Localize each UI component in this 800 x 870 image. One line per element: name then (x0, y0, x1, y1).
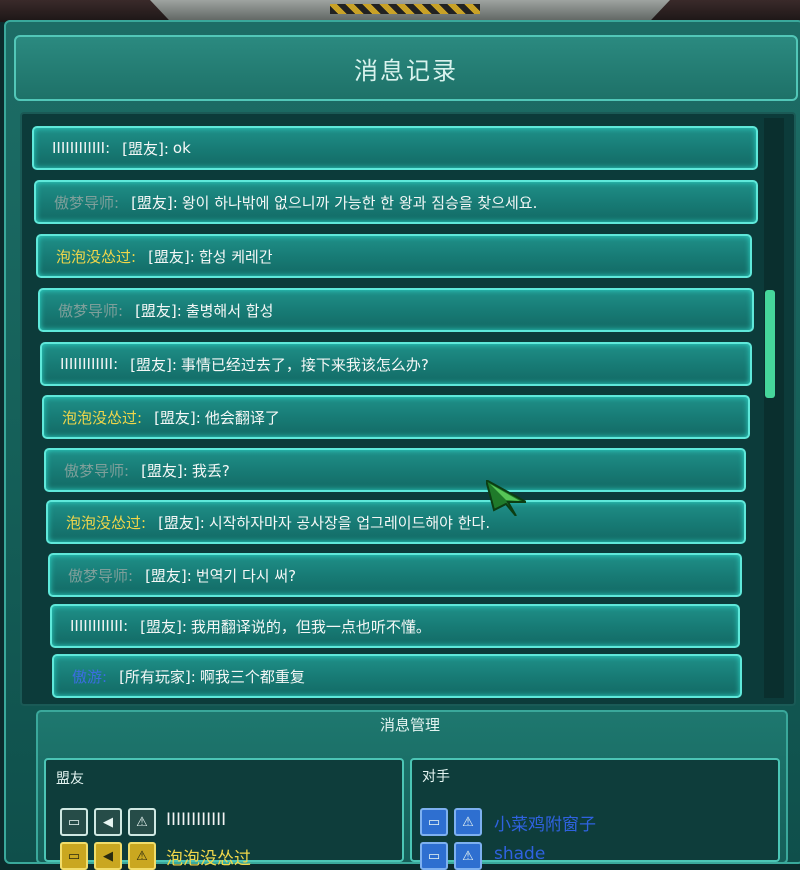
message-channel: [盟友]: (122, 139, 169, 158)
message-text: 번역기 다시 써? (195, 566, 297, 585)
message-channel: [盟友]: (145, 566, 192, 585)
message-sender: 泡泡没怂过: (66, 513, 147, 532)
message-sender: IIIIIIIIIIII: (52, 139, 111, 157)
opponents-title: 对手 (422, 769, 450, 785)
message-sender: IIIIIIIIIIII: (60, 355, 119, 373)
message-row: 傲梦导师: [盟友]: 번역기 다시 써? (48, 553, 742, 597)
message-channel: [盟友]: (141, 461, 188, 480)
warning-icon[interactable]: ⚠ (454, 842, 482, 870)
message-channel: [盟友]: (131, 193, 178, 212)
chat-icon[interactable]: ▭ (60, 842, 88, 870)
message-sender: 泡泡没怂过: (56, 247, 137, 266)
warning-icon[interactable]: ⚠ (128, 808, 156, 836)
message-manager-title: 消息管理 (379, 716, 440, 734)
message-channel: [盟友]: (158, 513, 205, 532)
ally-name: 泡泡没怂过 (166, 849, 251, 869)
allies-title: 盟友 (56, 771, 84, 787)
message-channel: [盟友]: (148, 247, 195, 266)
message-channel: [盟友]: (130, 355, 177, 374)
log-scrollbar-thumb[interactable] (765, 290, 775, 398)
message-row: 傲梦导师: [盟友]: 왕이 하나밖에 없으니까 가능한 한 왕과 짐승을 찾으세요… (34, 180, 758, 224)
message-channel: [盟友]: (140, 617, 187, 636)
message-row: IIIIIIIIIIII: [盟友]: 我用翻译说的，但我一点也听不懂。 (50, 604, 740, 648)
message-row: IIIIIIIIIIII: [盟友]: ok (32, 126, 758, 170)
message-sender: 傲梦导师: (54, 193, 120, 212)
message-text: ok (172, 139, 191, 157)
message-sender: 傲游: (72, 667, 108, 686)
message-sender: 傲梦导师: (68, 566, 134, 585)
message-text: 합성 케레간 (198, 247, 273, 266)
message-text: 他会翻译了 (204, 408, 280, 427)
message-row: 傲梦导师: [盟友]: 출병해서 합성 (38, 288, 754, 332)
message-channel: [所有玩家]: (119, 667, 196, 686)
ally-name: IIIIIIIIIIII (166, 810, 227, 830)
warning-icon[interactable]: ⚠ (454, 808, 482, 836)
speaker-icon[interactable]: ◀ (94, 842, 122, 870)
chat-icon[interactable]: ▭ (420, 808, 448, 836)
title-bar: 消息记录 (14, 35, 798, 101)
message-text: 我丢? (191, 461, 230, 480)
opponent-name: 小菜鸡附窗子 (494, 815, 596, 835)
message-channel: [盟友]: (154, 408, 201, 427)
message-text: 我用翻译说的，但我一点也听不懂。 (190, 617, 431, 636)
message-sender: 傲梦导师: (58, 301, 124, 320)
log-scrollbar[interactable] (764, 118, 784, 698)
message-text: 事情已经过去了，接下来我该怎么办? (180, 355, 429, 374)
hazard-stripe (330, 4, 480, 14)
message-row: 泡泡没怂过: [盟友]: 시작하자마자 공사장을 업그레이드해야 한다. (46, 500, 746, 544)
message-row: IIIIIIIIIIII: [盟友]: 事情已经过去了，接下来我该怎么办? (40, 342, 752, 386)
dialog-title: 消息记录 (354, 56, 458, 85)
cursor-icon (486, 480, 526, 516)
message-sender: IIIIIIIIIIII: (70, 617, 129, 635)
message-text: 시작하자마자 공사장을 업그레이드해야 한다. (208, 513, 491, 532)
message-row: 泡泡没怂过: [盟友]: 합성 케레간 (36, 234, 752, 278)
message-row: 傲游: [所有玩家]: 啊我三个都重复 (52, 654, 742, 698)
message-channel: [盟友]: (135, 301, 182, 320)
message-sender: 泡泡没怂过: (62, 408, 143, 427)
message-text: 출병해서 합성 (185, 301, 274, 320)
warning-icon[interactable]: ⚠ (128, 842, 156, 870)
opponent-name: shade (494, 844, 546, 864)
message-sender: 傲梦导师: (64, 461, 130, 480)
message-row: 泡泡没怂过: [盟友]: 他会翻译了 (42, 395, 750, 439)
message-text: 왕이 하나밖에 없으니까 가능한 한 왕과 짐승을 찾으세요. (181, 193, 538, 212)
message-row: 傲梦导师: [盟友]: 我丢? (44, 448, 746, 492)
speaker-icon[interactable]: ◀ (94, 808, 122, 836)
chat-icon[interactable]: ▭ (420, 842, 448, 870)
message-text: 啊我三个都重复 (199, 667, 305, 686)
chat-icon[interactable]: ▭ (60, 808, 88, 836)
